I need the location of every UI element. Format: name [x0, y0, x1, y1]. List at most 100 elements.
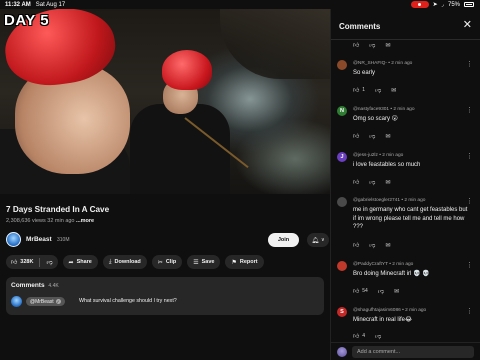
battery-percent: 75%	[447, 1, 460, 8]
more-vert-icon[interactable]: ⋮	[466, 308, 473, 315]
thumbs-up-icon[interactable]: 👍︎	[11, 258, 17, 266]
comment-avatar[interactable]	[337, 261, 347, 271]
status-bar: 11:32 AM Sat Aug 17 ➤ ◞ 75%	[0, 0, 480, 9]
more-vert-icon[interactable]: ⋮	[466, 107, 473, 114]
download-button[interactable]: ⤓ Download	[102, 255, 147, 269]
comment-text: Minecraft in real life😂	[353, 317, 413, 323]
panel-title: Comments	[339, 22, 381, 31]
pinned-comment-avatar	[11, 296, 22, 307]
status-date: Sat Aug 17	[35, 1, 66, 8]
comment-handle[interactable]: @shagufhtajasim6086 • 2 min ago	[353, 308, 426, 313]
more-link[interactable]: ...more	[76, 218, 94, 224]
reply-icon[interactable]: ✉	[385, 42, 390, 49]
channel-avatar[interactable]	[6, 232, 21, 247]
video-views: 2,308,636 views 32 min ago ...more	[6, 218, 94, 224]
views-time: 2,308,636 views 32 min ago	[6, 218, 75, 224]
reply-icon[interactable]: ✉	[385, 242, 390, 249]
screen: 11:32 AM Sat Aug 17 ➤ ◞ 75% DAY 5 7 Days…	[0, 0, 480, 360]
like-count[interactable]: 328K	[20, 259, 33, 265]
more-vert-icon[interactable]: ⋮	[466, 198, 473, 205]
comment-actions: 👍︎ 👎︎ ✉	[353, 241, 390, 250]
comment-handle[interactable]: @gabrielstoegler2741 • 2 min ago	[353, 198, 425, 203]
status-time: 11:32 AM	[5, 1, 31, 8]
recording-indicator-icon	[410, 1, 429, 8]
comment-handle[interactable]: @PaddyCraftYT • 2 min ago	[353, 262, 413, 267]
thumbs-up-icon[interactable]: 👍︎	[353, 41, 359, 49]
comment-like-count: 1	[362, 87, 366, 93]
thumbs-down-icon[interactable]: 👎︎	[369, 178, 375, 186]
comment-actions: 👍︎ 4 👎︎	[353, 332, 381, 340]
comments-preview-card[interactable]: Comments 4.4K @MrBeast ✓ What survival c…	[6, 277, 324, 315]
wifi-icon: ◞	[441, 2, 444, 8]
more-vert-icon[interactable]: ⋮	[466, 153, 473, 160]
add-comment-bar: Add a comment...	[331, 342, 480, 360]
comment-actions: 👍︎ 👎︎ ✉	[353, 178, 390, 187]
reply-icon[interactable]: ✉	[394, 288, 399, 295]
thumbs-down-icon[interactable]: 👎︎	[375, 86, 381, 94]
comment-text: me in germany who cant get feastables bu…	[353, 207, 468, 231]
thumbs-up-icon[interactable]: 👍︎	[353, 86, 359, 94]
thumbs-down-icon[interactable]: 👎︎	[369, 241, 375, 249]
report-button[interactable]: ⚑ Report	[225, 255, 264, 269]
video-title: 7 Days Stranded In A Cave	[6, 205, 110, 214]
save-button[interactable]: ☰ Save	[187, 255, 221, 269]
comment-actions: 👍︎ 1 👎︎ ✉	[353, 86, 396, 94]
scissors-icon: ✂	[157, 259, 163, 266]
close-icon[interactable]: ✕	[463, 20, 472, 31]
comment-avatar[interactable]: J	[337, 152, 347, 162]
more-vert-icon[interactable]: ⋮	[466, 262, 473, 269]
channel-row: MrBeast 310M Join 🔔︎ ∨	[6, 231, 329, 249]
comment-text: i love feastables so much	[353, 162, 421, 168]
comments-count: 4.4K	[48, 283, 59, 289]
comment-avatar[interactable]	[337, 60, 347, 70]
comment-actions: 👍︎ 👎︎ ✉	[353, 132, 390, 141]
channel-name[interactable]: MrBeast	[26, 236, 52, 243]
action-bar: 👍︎ 328K 👎︎ ➦ Share ⤓ Download ✂ Clip ☰ S…	[6, 255, 264, 269]
verified-check-icon: ✓	[55, 299, 61, 304]
pinned-author-chip: @MrBeast ✓	[26, 297, 65, 306]
comment-actions: 👍︎ 54 👎︎ ✉	[353, 287, 399, 295]
pinned-comment-text: What survival challenge should I try nex…	[79, 298, 177, 304]
thumbs-down-icon[interactable]: 👎︎	[375, 332, 381, 340]
thumbs-up-icon[interactable]: 👍︎	[353, 332, 359, 340]
reply-icon[interactable]: ✉	[391, 87, 396, 94]
video-overlay-text: DAY 5	[4, 12, 50, 29]
comment-handle[interactable]: @NR_SHAFIQ- • 2 min ago	[353, 61, 412, 66]
flag-icon: ⚑	[231, 259, 237, 266]
comment-handle[interactable]: @nastyface9301 • 2 min ago	[353, 107, 414, 112]
user-avatar	[337, 347, 347, 357]
bookmark-icon: ☰	[193, 259, 199, 266]
thumbs-down-icon[interactable]: 👎︎	[369, 41, 375, 49]
comment-avatar[interactable]: S	[337, 307, 347, 317]
comment-text: So early	[353, 70, 376, 76]
clip-button[interactable]: ✂ Clip	[151, 255, 183, 269]
comment-avatar[interactable]	[337, 197, 347, 207]
comments-panel: Comments ✕ 👍︎ 👎︎ ✉ @NR_SHAFIQ- • 2 min a…	[330, 9, 480, 360]
battery-icon	[464, 2, 474, 7]
comment-handle[interactable]: @jess-ju2lz • 2 min ago	[353, 153, 403, 158]
thumbs-down-icon[interactable]: 👎︎	[378, 287, 384, 295]
share-button[interactable]: ➦ Share	[62, 255, 98, 269]
join-button[interactable]: Join	[268, 233, 299, 247]
thumbs-down-icon[interactable]: 👎︎	[369, 132, 375, 140]
video-player[interactable]: DAY 5	[0, 9, 330, 194]
reply-icon[interactable]: ✉	[385, 179, 390, 186]
reply-icon[interactable]: ✉	[385, 133, 390, 140]
thumbs-up-icon[interactable]: 👍︎	[353, 132, 359, 140]
add-comment-input[interactable]: Add a comment...	[352, 346, 474, 358]
subscribed-bell-button[interactable]: 🔔︎ ∨	[307, 233, 329, 247]
download-icon: ⤓	[108, 258, 112, 265]
thumbs-up-icon[interactable]: 👍︎	[353, 241, 359, 249]
location-icon: ➤	[432, 2, 438, 8]
comment-like-count: 4	[362, 333, 366, 339]
comment-actions-partial: 👍︎ 👎︎ ✉	[353, 41, 390, 50]
thumbs-up-icon[interactable]: 👍︎	[353, 178, 359, 186]
thumbs-up-icon[interactable]: 👍︎	[353, 287, 359, 295]
bell-icon: 🔔︎	[311, 237, 319, 244]
comment-text: Bro doing Minecraft irl 💀 💀	[353, 271, 430, 277]
thumbs-down-icon[interactable]: 👎︎	[46, 258, 52, 266]
subscriber-count: 310M	[57, 237, 70, 243]
more-vert-icon[interactable]: ⋮	[466, 61, 473, 68]
chevron-down-icon: ∨	[320, 237, 325, 243]
comment-avatar[interactable]: N	[337, 106, 347, 116]
